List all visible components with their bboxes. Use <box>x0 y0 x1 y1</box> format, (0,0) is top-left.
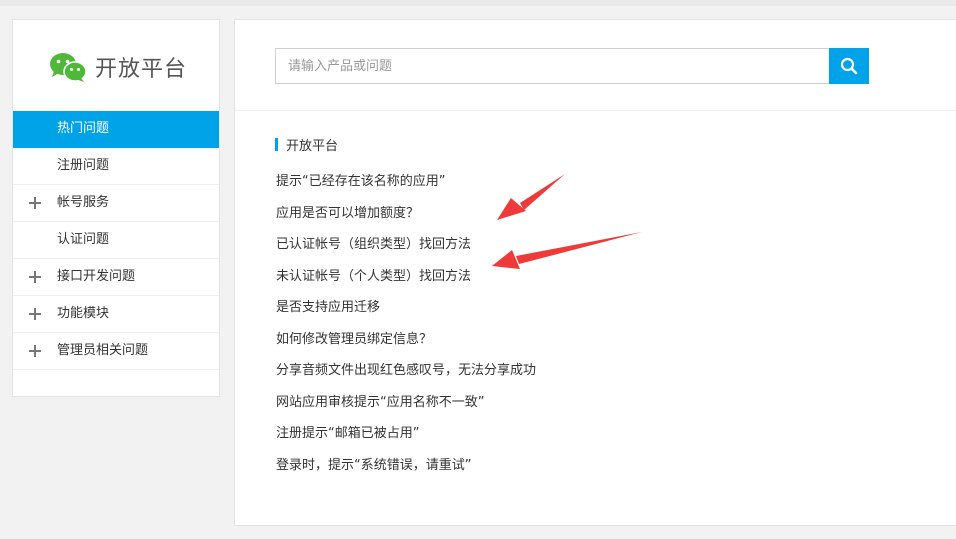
plus-icon[interactable] <box>29 345 41 357</box>
question-list: 提示“已经存在该名称的应用” 应用是否可以增加额度？ 已认证帐号（组织类型）找回… <box>276 170 536 485</box>
question-link[interactable]: 未认证帐号（个人类型）找回方法 <box>276 265 536 297</box>
question-link[interactable]: 如何修改管理员绑定信息？ <box>276 328 536 360</box>
question-link[interactable]: 网站应用审核提示“应用名称不一致” <box>276 391 536 423</box>
sidebar-item-api[interactable]: 接口开发问题 <box>13 259 219 296</box>
question-link[interactable]: 登录时，提示“系统错误，请重试” <box>276 454 536 486</box>
sidebar-item-label: 功能模块 <box>57 306 110 321</box>
question-link[interactable]: 是否支持应用迁移 <box>276 296 536 328</box>
question-link[interactable]: 提示“已经存在该名称的应用” <box>276 170 536 202</box>
brand-logo: 开放平台 <box>49 50 187 84</box>
brand-name: 开放平台 <box>95 57 188 82</box>
sidebar-item-label: 注册问题 <box>57 158 110 173</box>
sidebar: 开放平台 热门问题 注册问题 帐号服务 认证问题 接口开发问题 功能模块 管理员… <box>12 19 220 397</box>
sidebar-item-verification[interactable]: 认证问题 <box>13 222 219 259</box>
question-link[interactable]: 注册提示“邮箱已被占用” <box>276 422 536 454</box>
sidebar-item-modules[interactable]: 功能模块 <box>13 296 219 333</box>
sidebar-item-label: 帐号服务 <box>57 195 110 210</box>
sidebar-item-label: 认证问题 <box>57 232 110 247</box>
section-title: 开放平台 <box>275 136 339 154</box>
search-icon <box>840 57 858 75</box>
sidebar-item-admin[interactable]: 管理员相关问题 <box>13 333 219 370</box>
sidebar-menu: 热门问题 注册问题 帐号服务 认证问题 接口开发问题 功能模块 管理员相关问题 <box>13 111 219 370</box>
sidebar-item-register[interactable]: 注册问题 <box>13 148 219 185</box>
plus-icon[interactable] <box>29 271 41 283</box>
sidebar-item-label: 管理员相关问题 <box>57 343 149 358</box>
wechat-logo-icon <box>50 53 87 82</box>
main-panel: 开放平台 提示“已经存在该名称的应用” 应用是否可以增加额度？ 已认证帐号（组织… <box>234 19 956 526</box>
top-strip <box>0 0 956 6</box>
divider <box>235 110 956 111</box>
search-input[interactable] <box>275 48 829 84</box>
section-title-text: 开放平台 <box>286 138 339 154</box>
sidebar-item-account[interactable]: 帐号服务 <box>13 185 219 222</box>
search-bar <box>275 48 869 84</box>
plus-icon[interactable] <box>29 197 41 209</box>
question-link[interactable]: 已认证帐号（组织类型）找回方法 <box>276 233 536 265</box>
section-marker <box>275 137 278 151</box>
sidebar-item-label: 接口开发问题 <box>57 269 136 284</box>
plus-icon[interactable] <box>29 308 41 320</box>
sidebar-item-hot[interactable]: 热门问题 <box>13 111 219 148</box>
question-link[interactable]: 应用是否可以增加额度？ <box>276 202 536 234</box>
question-link[interactable]: 分享音频文件出现红色感叹号，无法分享成功 <box>276 359 536 391</box>
sidebar-item-label: 热门问题 <box>57 121 110 136</box>
search-button[interactable] <box>829 48 869 84</box>
